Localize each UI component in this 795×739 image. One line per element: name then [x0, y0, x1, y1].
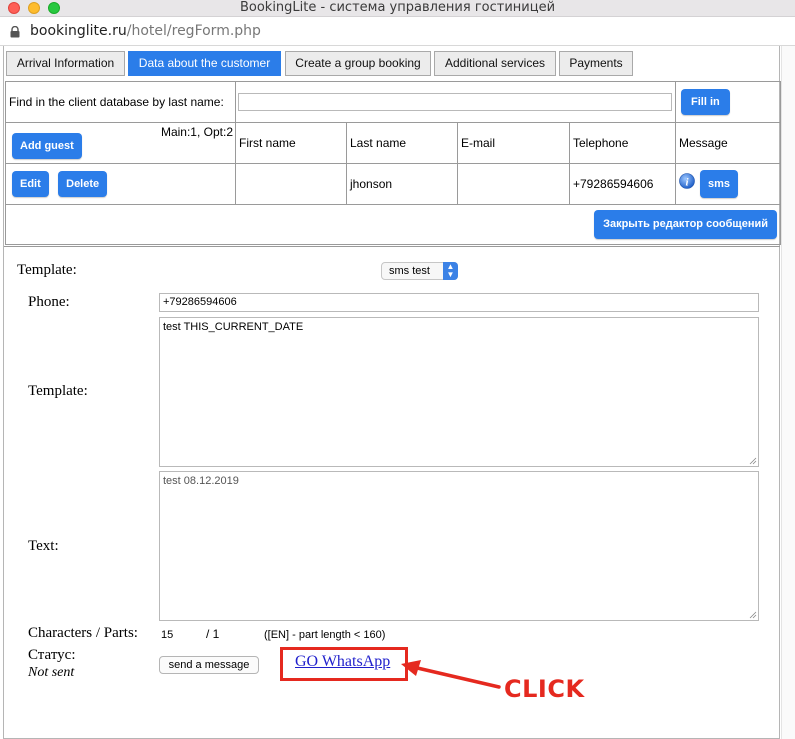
template-field-label: Template:	[28, 383, 88, 399]
lock-icon	[10, 26, 20, 38]
text-textarea[interactable]: test 08.12.2019	[159, 471, 759, 621]
characters-count: 15	[161, 629, 174, 641]
cell-message: i sms	[675, 163, 781, 205]
fill-in-cell: Fill in	[675, 81, 781, 123]
part-length-note: ([EN] - part length < 160)	[264, 629, 386, 641]
message-editor: Template: sms test ▲ ▼ Phone: +7928659460…	[4, 246, 780, 739]
search-cell	[235, 81, 676, 123]
row-actions-cell: Edit Delete	[5, 163, 236, 205]
column-header-email: E-mail	[457, 122, 570, 164]
template-textarea-value: test THIS_CURRENT_DATE	[163, 321, 304, 333]
template-textarea[interactable]: test THIS_CURRENT_DATE	[159, 317, 759, 467]
page-content: Arrival Information Data about the custo…	[3, 46, 781, 739]
callout-arrow-icon	[401, 660, 501, 689]
edit-button[interactable]: Edit	[12, 171, 49, 197]
cell-first-name	[235, 163, 347, 205]
column-header-telephone: Telephone	[569, 122, 676, 164]
go-whatsapp-link[interactable]: GO WhatsApp	[295, 653, 390, 671]
template-select-value: sms test	[389, 265, 430, 277]
table-header-row: Add guest Main:1, Opt:2 First name Last …	[5, 122, 781, 164]
characters-parts-label: Characters / Parts:	[28, 625, 138, 641]
fill-in-button[interactable]: Fill in	[681, 89, 730, 115]
cell-last-name: jhonson	[346, 163, 458, 205]
tab-arrival-information[interactable]: Arrival Information	[6, 51, 125, 76]
template-select[interactable]: sms test ▲ ▼	[381, 262, 458, 280]
search-input[interactable]	[238, 93, 672, 111]
delete-button[interactable]: Delete	[58, 171, 108, 197]
phone-label: Phone:	[28, 294, 70, 310]
search-label: Find in the client database by last name…	[5, 81, 236, 123]
text-label: Text:	[28, 538, 59, 554]
guest-table: Find in the client database by last name…	[5, 81, 781, 245]
url-text[interactable]: bookinglite.ru/hotel/regForm.php	[30, 23, 261, 39]
address-bar[interactable]: bookinglite.ru/hotel/regForm.php	[0, 18, 795, 46]
table-row: Edit Delete jhonson +79286594606 i sms	[5, 163, 781, 205]
resize-grip-icon[interactable]	[749, 611, 757, 619]
url-path: /hotel/regForm.php	[126, 23, 261, 39]
close-editor-button[interactable]: Закрыть редактор сообщений	[594, 210, 777, 239]
column-header-last-name: Last name	[346, 122, 458, 164]
cell-telephone: +79286594606	[569, 163, 676, 205]
resize-grip-icon[interactable]	[749, 457, 757, 465]
parts-count: / 1	[206, 627, 220, 641]
search-row: Find in the client database by last name…	[5, 81, 781, 123]
sms-button[interactable]: sms	[700, 170, 739, 198]
cell-email	[457, 163, 570, 205]
send-message-button[interactable]: send a message	[159, 656, 259, 674]
click-callout-label: CLICK	[504, 675, 585, 703]
column-header-first-name: First name	[235, 122, 347, 164]
column-header-message: Message	[675, 122, 781, 164]
template-select-label: Template:	[17, 262, 77, 278]
add-guest-cell: Add guest Main:1, Opt:2	[5, 122, 236, 164]
tab-create-group-booking[interactable]: Create a group booking	[285, 51, 431, 76]
guest-counts: Main:1, Opt:2	[160, 125, 233, 139]
info-icon[interactable]: i	[679, 173, 695, 189]
add-guest-button[interactable]: Add guest	[12, 133, 82, 159]
window-title: BookingLite - система управления гостини…	[239, 0, 556, 15]
chevron-updown-icon: ▲ ▼	[443, 262, 458, 280]
tab-additional-services[interactable]: Additional services	[434, 51, 556, 76]
editor-toolbar-row: Закрыть редактор сообщений	[5, 204, 781, 245]
window-titlebar: BookingLite - система управления гостини…	[0, 0, 795, 17]
tab-data-about-the-customer[interactable]: Data about the customer	[128, 51, 281, 76]
editor-toolbar-cell: Закрыть редактор сообщений	[5, 204, 781, 245]
status-value: Not sent	[28, 665, 75, 680]
scrollbar[interactable]	[781, 46, 795, 739]
tab-payments[interactable]: Payments	[559, 51, 633, 76]
status-label: Статус:	[28, 647, 76, 663]
url-host: bookinglite.ru	[30, 23, 127, 39]
phone-field[interactable]: +79286594606	[159, 293, 759, 312]
tab-bar: Arrival Information Data about the custo…	[4, 51, 781, 77]
text-textarea-value: test 08.12.2019	[163, 475, 239, 487]
